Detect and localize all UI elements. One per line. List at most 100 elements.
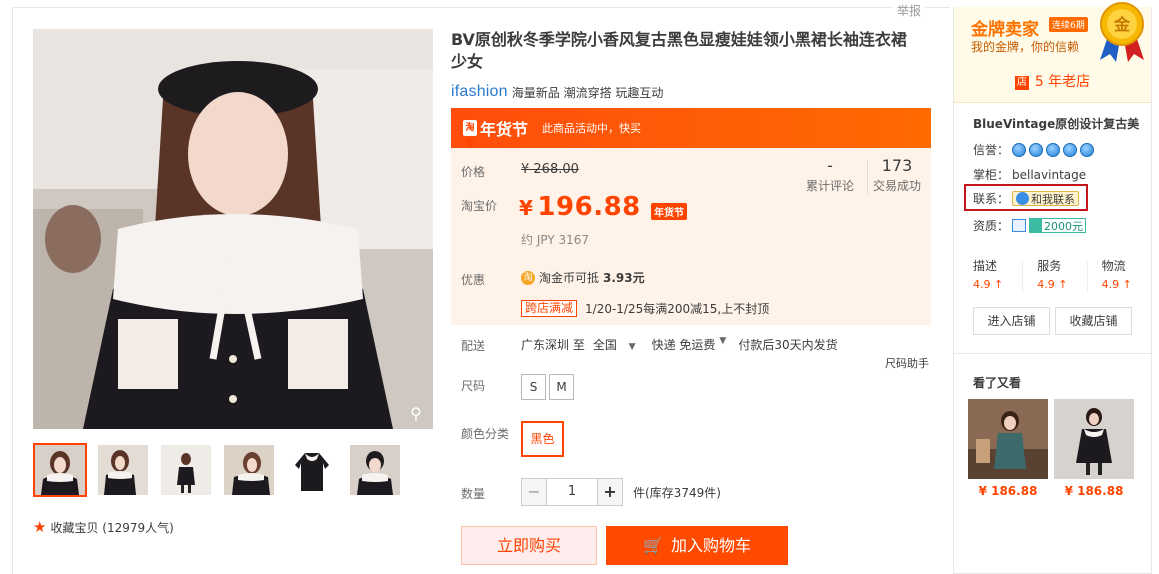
gold-seller-sub: 我的金牌，你的信赖: [971, 40, 1080, 54]
collect-shop-button[interactable]: 收藏店铺: [1055, 307, 1132, 335]
yen-sign: ¥: [519, 196, 534, 220]
owner-row: 掌柜： bellavintage: [973, 166, 1086, 183]
qualification-label: 资质：: [973, 219, 1010, 233]
deposit-amount: 2000元: [1044, 219, 1084, 233]
method-caret-icon[interactable]: ▼: [719, 336, 726, 353]
ifashion-tags: 海量新品 潮流穿搭 玩趣互动: [511, 85, 664, 100]
jpy-price: 约 JPY 3167: [521, 233, 590, 247]
thumbnail-3[interactable]: [159, 443, 213, 497]
recommended-price: ¥ 186.88: [1064, 484, 1124, 498]
coin-discount: 淘 淘金币可抵 3.93元: [521, 269, 645, 286]
add-to-cart-label: 加入购物车: [670, 536, 751, 555]
gold-seller-panel: 金牌卖家 连续6期 我的金牌，你的信赖 金 店 5 年老店: [954, 2, 1151, 103]
score-label: 服务: [1037, 259, 1062, 273]
reviews-count: -: [827, 156, 833, 175]
thumbnail-2[interactable]: [96, 443, 150, 497]
deposit-badge[interactable]: 2000元: [1029, 218, 1087, 233]
destination-value: 全国: [592, 338, 617, 352]
shop-scores: 描述 4.9 ↑ 服务 4.9 ↑ 物流 4.9 ↑: [954, 257, 1151, 293]
report-link[interactable]: 举报: [893, 2, 926, 19]
thumbnail-1[interactable]: [33, 443, 87, 497]
cur-price-label: 淘宝价: [461, 199, 498, 213]
credit-crown-icon: [1046, 142, 1061, 157]
contact-row: 联系： 和我联系: [973, 190, 1080, 207]
cross-store-tag[interactable]: 跨店满减: [521, 300, 578, 317]
current-price-value: 196.88: [537, 192, 641, 222]
color-option-black[interactable]: 黑色: [521, 421, 564, 457]
thumbnail-5[interactable]: [285, 443, 339, 497]
enter-shop-button[interactable]: 进入店铺: [973, 307, 1050, 335]
sidebar-divider: [954, 353, 1151, 354]
recommended-item[interactable]: ¥ 186.88: [968, 399, 1048, 498]
promo-note: 此商品活动中，快买: [542, 122, 642, 135]
thumbnail-strip: [33, 443, 411, 497]
score-label: 描述: [973, 259, 998, 273]
score-logistics: 物流 4.9 ↑: [1102, 257, 1151, 293]
stock-info: 件(库存3749件): [633, 486, 721, 500]
taobao-box-icon: 淘宝: [463, 120, 477, 149]
discount-panel: 优惠 淘 淘金币可抵 3.93元 跨店满减 1/20-1/25每满200减15,上…: [451, 261, 931, 325]
credit-label: 信誉：: [973, 143, 1010, 157]
color-label: 颜色分类: [461, 427, 510, 441]
size-option-m[interactable]: M: [549, 374, 574, 400]
ifashion-banner[interactable]: ifashion 海量新品 潮流穿搭 玩趣互动: [451, 83, 663, 101]
score-separator: [1086, 261, 1088, 293]
caret-down-icon: ▼: [628, 342, 636, 352]
delivery-destination[interactable]: 全国 ▼: [593, 336, 644, 353]
add-to-cart-button[interactable]: 🛒 加入购物车: [606, 526, 788, 565]
recommended-item[interactable]: ¥ 186.88: [1054, 399, 1134, 498]
contact-seller-button[interactable]: 和我联系: [1012, 191, 1080, 206]
credit-crown-icon: [1012, 142, 1027, 157]
thumbnail-6[interactable]: [348, 443, 402, 497]
main-photo: [33, 29, 433, 429]
contact-label: 联系：: [973, 192, 1010, 206]
recommended-image: [968, 399, 1048, 479]
thumbnail-4[interactable]: [222, 443, 276, 497]
score-service: 服务 4.9 ↑: [1037, 257, 1086, 293]
score-description: 描述 4.9 ↑: [973, 257, 1022, 293]
current-price: ¥196.88: [519, 192, 641, 222]
medal-char: 金: [1113, 15, 1131, 34]
zoom-icon[interactable]: ⚲: [407, 405, 425, 423]
star-icon: ★: [33, 518, 47, 536]
gold-ribbon: 连续6期: [1049, 17, 1088, 32]
gold-medal-icon: 金: [1100, 2, 1144, 62]
cross-store-discount: 跨店满减 1/20-1/25每满200减15,上不封顶: [521, 300, 769, 317]
cart-icon: 🛒: [643, 536, 663, 555]
quantity-label: 数量: [461, 487, 486, 501]
cross-store-text: 1/20-1/25每满200减15,上不封顶: [585, 302, 770, 316]
owner-label: 掌柜：: [973, 168, 1010, 182]
main-product-image[interactable]: ⚲: [33, 29, 433, 429]
favorite-label: 收藏宝贝 (12979人气): [50, 520, 174, 535]
seller-sidebar: 金牌卖家 连续6期 我的金牌，你的信赖 金 店 5 年老店 BlueVintage…: [953, 2, 1152, 574]
shop-years-text: 5 年老店: [1034, 74, 1091, 90]
festival-price-tag: 年货节: [651, 203, 687, 220]
buy-now-button[interactable]: 立即购买: [461, 526, 597, 565]
size-option-s[interactable]: S: [521, 374, 546, 400]
favorite-item[interactable]: ★ 收藏宝贝 (12979人气): [33, 518, 174, 536]
shop-years: 店 5 年老店: [954, 71, 1151, 91]
quantity-decrease-button[interactable]: −: [521, 478, 547, 506]
contact-button-label: 和我联系: [1031, 192, 1076, 206]
sales-label: 交易成功: [872, 179, 921, 193]
size-helper-link[interactable]: 尺码助手: [885, 355, 929, 371]
reviews-label: 累计评论: [805, 179, 854, 193]
size-label: 尺码: [461, 379, 486, 393]
recommended-price: ¥ 186.88: [978, 484, 1038, 498]
festival-badge: 淘宝 年货节: [463, 116, 528, 149]
delivery-ship-time: 付款后30天内发货: [738, 338, 838, 352]
quantity-input[interactable]: 1: [547, 478, 597, 506]
price-panel: 价格 ¥ 268.00 淘宝价 ¥196.88 年货节 约 JPY 3167 -…: [451, 148, 931, 261]
id-card-icon[interactable]: [1012, 219, 1027, 232]
score-value: 4.9 ↑: [973, 278, 1004, 291]
owner-name[interactable]: bellavintage: [1012, 168, 1086, 182]
reviews-stat[interactable]: - 累计评论: [798, 156, 862, 194]
score-label: 物流: [1101, 259, 1126, 273]
quantity-increase-button[interactable]: +: [597, 478, 623, 506]
shop-name[interactable]: BlueVintage原创设计复古美: [973, 115, 1139, 132]
delivery-origin: 广东深圳 至: [521, 338, 585, 352]
delivery-info: 广东深圳 至 全国 ▼ 快递 免运费 ▼ 付款后30天内发货: [521, 336, 846, 353]
sales-count: 173: [881, 156, 913, 175]
discount-label: 优惠: [461, 273, 486, 287]
see-again-heading: 看了又看: [973, 376, 1022, 390]
